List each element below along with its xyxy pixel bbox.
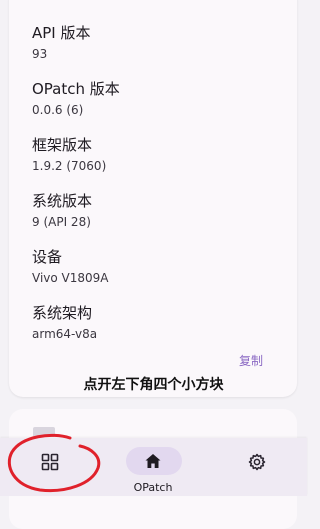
info-label: 框架版本 [32, 136, 93, 154]
info-value: arm64-v8a [32, 327, 98, 341]
info-item-system-version: 系统版本 9 (API 28) [32, 192, 92, 230]
info-item-system-arch: 系统架构 arm64-v8a [32, 304, 97, 342]
info-label: API 版本 [32, 24, 91, 42]
nav-label-opatch: OPatch [133, 481, 173, 494]
info-card: API 版本 93 OPatch 版本 0.0.6 (6) 框架版本 1.9.2… [9, 0, 297, 397]
info-label: 设备 [32, 248, 63, 266]
secondary-card-title-peek [33, 427, 55, 437]
info-value: 0.0.6 (6) [32, 103, 84, 117]
copy-button[interactable]: 复制 [239, 354, 263, 368]
info-item-device: 设备 Vivo V1809A [32, 248, 109, 286]
info-item-framework-version: 框架版本 1.9.2 (7060) [32, 136, 106, 174]
info-label: 系统架构 [32, 304, 93, 322]
info-value: 1.9.2 (7060) [32, 159, 107, 173]
grid-icon [41, 453, 59, 471]
info-label: 系统版本 [32, 192, 93, 210]
nav-item-opatch[interactable]: OPatch [103, 438, 203, 496]
home-icon [145, 454, 161, 468]
info-value: 93 [32, 47, 48, 61]
info-value: Vivo V1809A [32, 271, 109, 285]
instruction-caption: 点开左下角四个小方块 [83, 377, 224, 393]
info-value: 9 (API 28) [32, 215, 91, 229]
nav-item-modules[interactable] [0, 438, 100, 496]
nav-item-settings[interactable] [207, 438, 307, 496]
info-item-api-version: API 版本 93 [32, 24, 91, 62]
gear-icon [248, 453, 266, 471]
info-item-opatch-version: OPatch 版本 0.0.6 (6) [32, 80, 120, 118]
bottom-navigation-bar: OPatch [0, 438, 307, 496]
info-label: OPatch 版本 [32, 80, 120, 98]
